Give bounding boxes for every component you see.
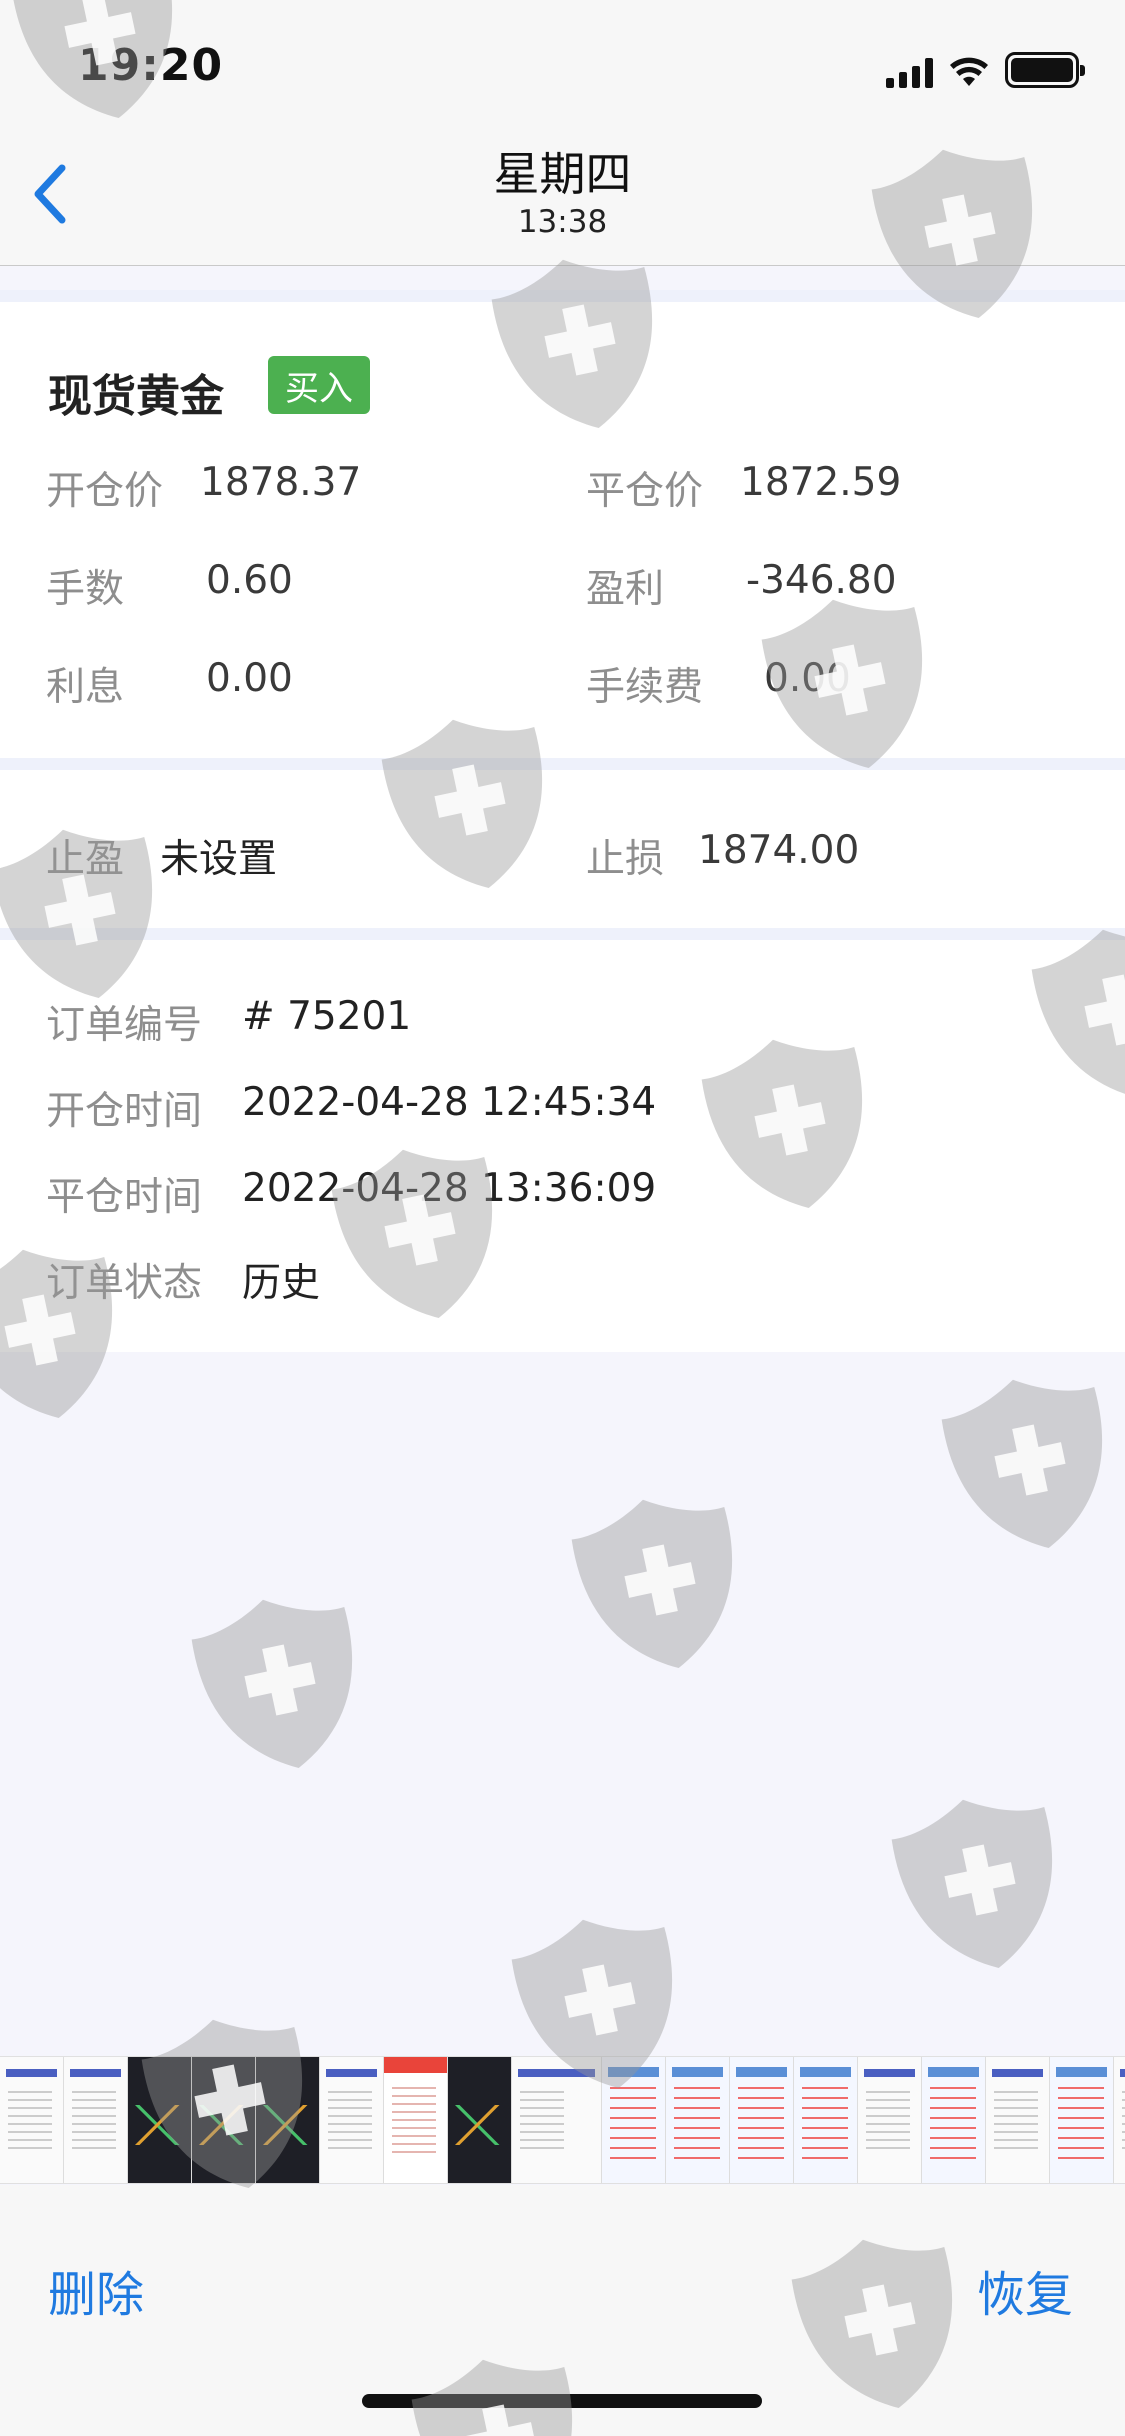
fee-value: 0.00 [764, 656, 851, 701]
order-status-label: 订单状态 [46, 1261, 203, 1306]
photo-thumbnail-strip[interactable] [0, 2056, 1125, 2184]
section-divider [0, 928, 1125, 940]
open-price-value: 1878.37 [200, 460, 362, 505]
photo-viewer-screen: 19:20 星期四 13:38 现货黄金 买入 开仓价 1878.37 平仓价 … [0, 0, 1125, 2436]
section-divider [0, 290, 1125, 302]
photo-thumbnail[interactable] [64, 2057, 128, 2183]
stop-loss-label: 止损 [586, 837, 665, 882]
status-time: 19:20 [78, 40, 224, 91]
nav-title: 星期四 [493, 147, 632, 201]
order-number-label: 订单编号 [46, 1003, 203, 1048]
stop-loss-value: 1874.00 [698, 828, 860, 873]
direction-badge: 买入 [268, 356, 370, 414]
photo-thumbnail[interactable] [858, 2057, 922, 2183]
photo-thumbnail[interactable] [922, 2057, 986, 2183]
photo-thumbnail[interactable] [1050, 2057, 1114, 2183]
cellular-signal-icon [886, 58, 933, 88]
wifi-icon [950, 57, 988, 86]
battery-icon [1005, 52, 1085, 88]
photo-thumbnail[interactable] [1114, 2057, 1125, 2183]
open-time-value: 2022-04-28 12:45:34 [242, 1080, 657, 1125]
restore-button[interactable]: 恢复 [977, 2255, 1073, 2325]
interest-value: 0.00 [206, 656, 293, 701]
photo-thumbnail[interactable] [602, 2057, 666, 2183]
navigation-header: 19:20 星期四 13:38 [0, 0, 1125, 266]
open-price-label: 开仓价 [46, 469, 164, 514]
profit-label: 盈利 [586, 567, 665, 612]
photo-thumbnail[interactable] [0, 2057, 64, 2183]
fee-label: 手续费 [586, 665, 704, 710]
take-profit-label: 止盈 [46, 837, 125, 882]
photo-thumbnail[interactable] [320, 2057, 384, 2183]
photo-thumbnail[interactable] [730, 2057, 794, 2183]
order-number-value: # 75201 [242, 994, 412, 1039]
delete-button[interactable]: 删除 [48, 2255, 144, 2325]
close-time-value: 2022-04-28 13:36:09 [242, 1166, 657, 1211]
photo-thumbnail[interactable] [256, 2057, 320, 2183]
shield-plus-icon [936, 1363, 1125, 1565]
status-icons [886, 48, 1085, 88]
order-status-value: 历史 [242, 1261, 321, 1306]
open-time-label: 开仓时间 [46, 1089, 203, 1134]
shield-plus-icon [186, 1583, 376, 1785]
interest-label: 利息 [46, 665, 125, 710]
close-price-label: 平仓价 [586, 469, 704, 514]
photo-thumbnail[interactable] [448, 2057, 512, 2183]
take-profit-value: 未设置 [160, 837, 278, 882]
photo-thumbnail[interactable] [192, 2057, 256, 2183]
photo-thumbnail[interactable] [986, 2057, 1050, 2183]
close-time-label: 平仓时间 [46, 1175, 203, 1220]
product-name: 现货黄金 [48, 371, 224, 422]
close-price-value: 1872.59 [740, 460, 902, 505]
photo-thumbnail[interactable] [384, 2057, 448, 2183]
photo-thumbnail[interactable] [512, 2057, 602, 2183]
section-divider [0, 758, 1125, 770]
photo-thumbnail[interactable] [794, 2057, 858, 2183]
lots-label: 手数 [46, 567, 125, 612]
profit-value: -346.80 [746, 558, 897, 603]
home-indicator [362, 2394, 762, 2408]
shield-plus-icon [886, 1783, 1076, 1985]
shield-plus-icon [566, 1483, 756, 1685]
photo-thumbnail[interactable] [666, 2057, 730, 2183]
nav-subtitle: 13:38 [517, 204, 608, 240]
photo-thumbnail[interactable] [128, 2057, 192, 2183]
lots-value: 0.60 [206, 558, 293, 603]
